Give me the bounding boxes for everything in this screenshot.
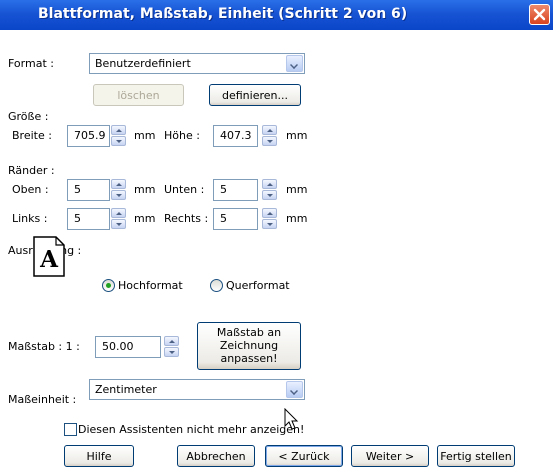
margin-left-field[interactable]: 5 <box>67 208 110 230</box>
size-section-label: Größe : <box>8 110 49 123</box>
margin-right-unit: mm <box>286 212 308 225</box>
landscape-label: Querformat <box>226 279 290 292</box>
margin-bottom-spinner[interactable] <box>262 179 277 201</box>
margins-section-label: Ränder : <box>8 164 55 177</box>
fit-scale-button[interactable]: Maßstab an Zeichnung anpassen! <box>197 322 301 370</box>
height-spinner[interactable] <box>262 125 277 147</box>
dont-show-checkbox[interactable] <box>64 423 77 436</box>
window-title: Blattformat, Maßstab, Einheit (Schritt 2… <box>38 6 408 22</box>
margin-right-field[interactable]: 5 <box>213 208 258 230</box>
margin-left-unit: mm <box>134 212 156 225</box>
margin-bottom-unit: mm <box>286 183 308 196</box>
next-button[interactable]: Weiter > <box>351 445 429 467</box>
margin-right-label: Rechts : <box>164 212 209 225</box>
landscape-radio[interactable] <box>210 279 223 292</box>
margin-left-spinner[interactable] <box>111 208 126 230</box>
width-label: Breite : <box>12 129 52 142</box>
height-unit: mm <box>286 129 308 142</box>
margin-top-spinner[interactable] <box>111 179 126 201</box>
chevron-down-icon[interactable] <box>286 55 303 72</box>
close-button[interactable] <box>529 4 550 25</box>
margin-top-label: Oben : <box>12 183 49 196</box>
delete-format-button[interactable]: löschen <box>93 84 184 106</box>
width-spinner[interactable] <box>111 125 126 147</box>
chevron-down-icon[interactable] <box>286 381 303 398</box>
height-label: Höhe : <box>164 129 200 142</box>
fit-scale-line-2: Zeichnung <box>219 339 279 352</box>
format-select[interactable]: Benutzerdefiniert <box>89 53 305 74</box>
mouse-pointer-icon <box>284 408 299 430</box>
format-label: Format : <box>8 57 54 70</box>
fit-scale-line-3: anpassen! <box>220 352 278 365</box>
svg-text:A: A <box>39 246 59 273</box>
fit-scale-line-1: Maßstab an <box>216 326 282 339</box>
cancel-button[interactable]: Abbrechen <box>177 445 255 467</box>
margin-left-label: Links : <box>12 212 48 225</box>
margin-right-spinner[interactable] <box>262 208 277 230</box>
portrait-radio[interactable] <box>102 279 115 292</box>
close-icon <box>533 8 546 21</box>
help-button[interactable]: Hilfe <box>64 445 134 467</box>
dialog-body: Format : Benutzerdefiniert löschen defin… <box>0 30 553 471</box>
unit-label: Maßeinheit : <box>8 393 77 406</box>
format-value: Benutzerdefiniert <box>95 57 191 70</box>
title-bar: Blattformat, Maßstab, Einheit (Schritt 2… <box>0 0 553 30</box>
margin-bottom-field[interactable]: 5 <box>213 179 258 201</box>
unit-value: Zentimeter <box>95 383 157 396</box>
back-button[interactable]: < Zurück <box>265 445 343 467</box>
page-portrait-icon: A <box>33 236 65 277</box>
margin-bottom-label: Unten : <box>164 183 205 196</box>
margin-top-unit: mm <box>134 183 156 196</box>
finish-button[interactable]: Fertig stellen <box>437 445 515 467</box>
width-field[interactable]: 705.9 <box>67 125 110 147</box>
scale-field[interactable]: 50.00 <box>95 336 161 358</box>
width-unit: mm <box>134 129 156 142</box>
unit-select[interactable]: Zentimeter <box>89 379 305 400</box>
portrait-label: Hochformat <box>118 279 183 292</box>
margin-top-field[interactable]: 5 <box>67 179 110 201</box>
define-format-button[interactable]: definieren... <box>209 84 301 106</box>
scale-label: Maßstab : 1 : <box>8 340 80 353</box>
scale-spinner[interactable] <box>164 336 179 358</box>
height-field[interactable]: 407.3 <box>213 125 258 147</box>
dont-show-label: Diesen Assistenten nicht mehr anzeigen! <box>78 423 305 436</box>
